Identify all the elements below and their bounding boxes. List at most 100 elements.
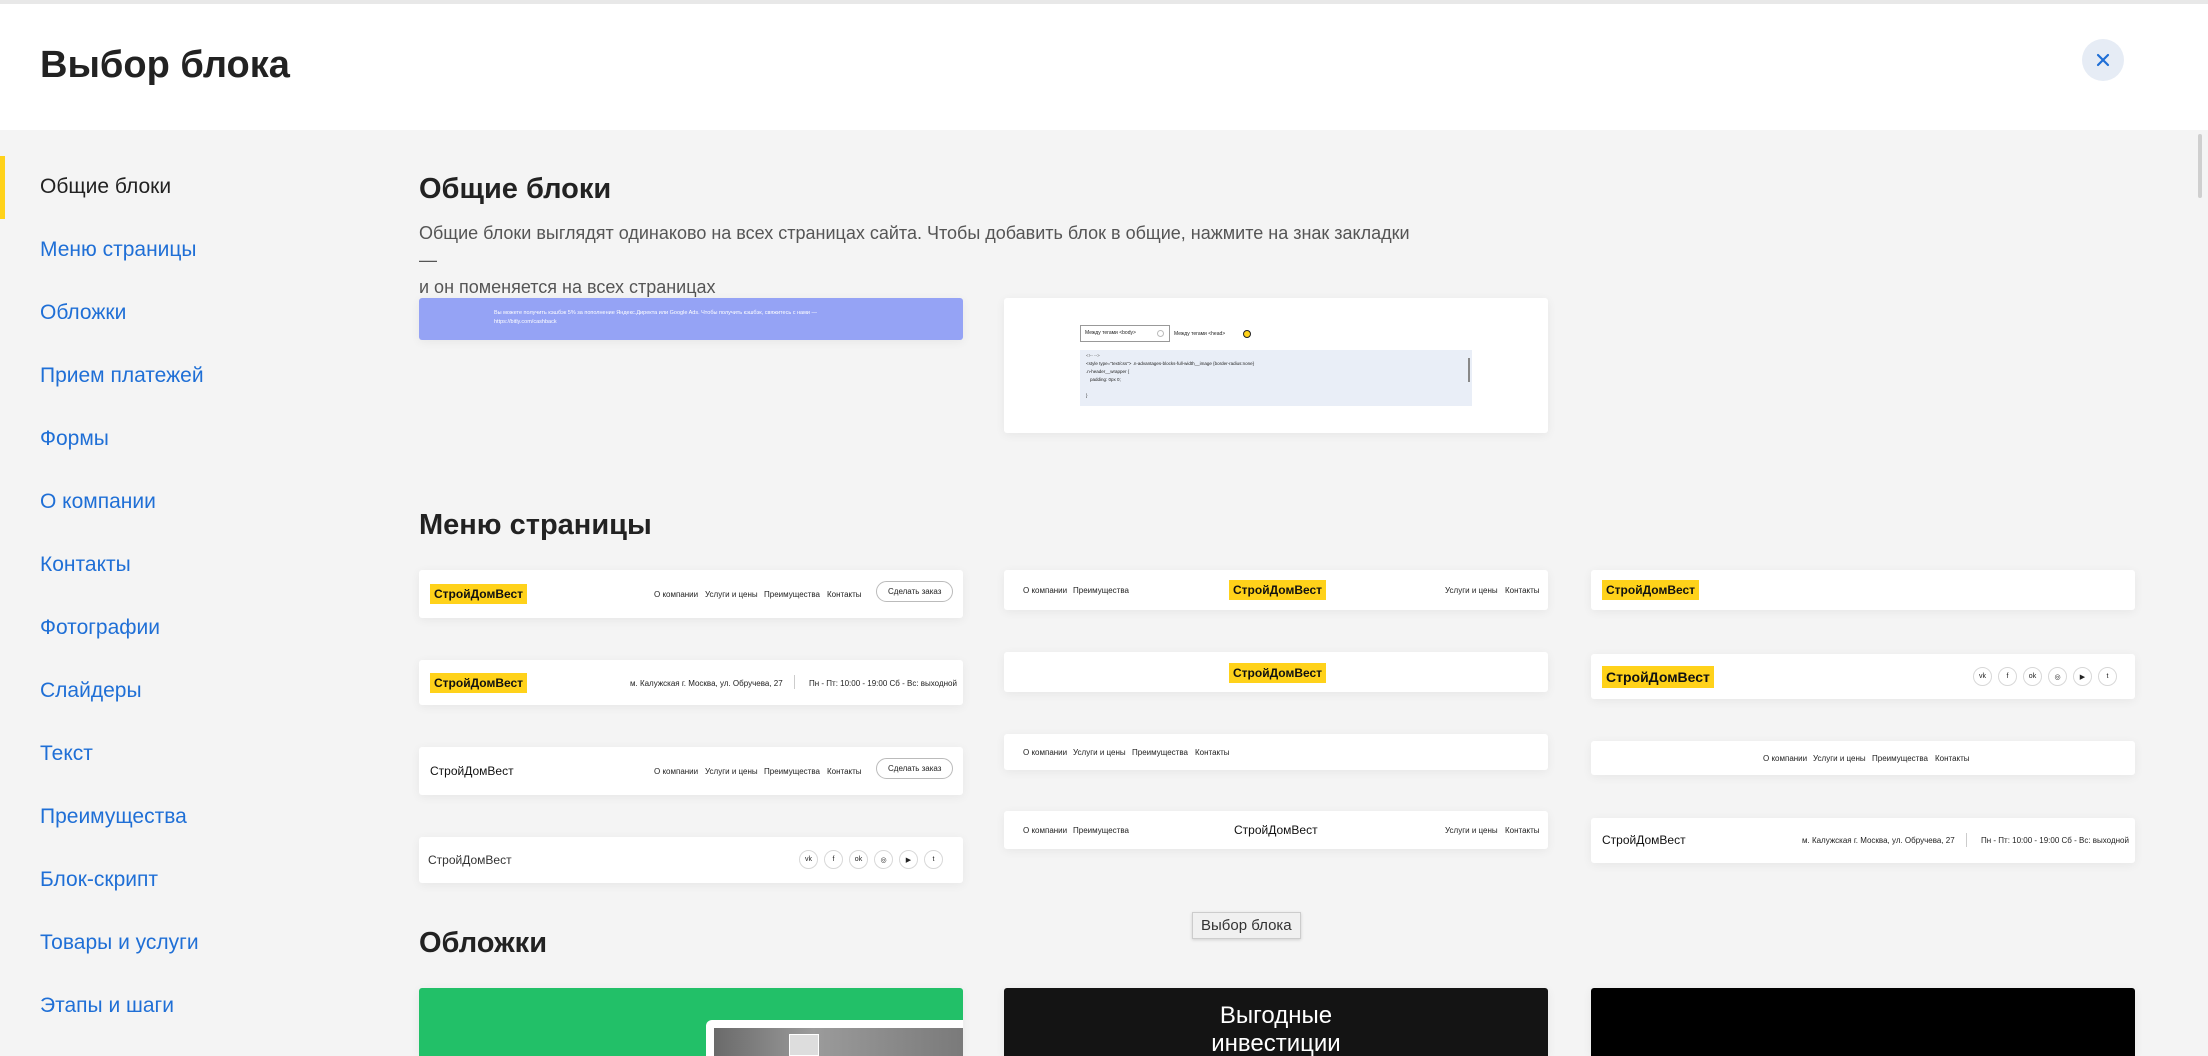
brand-text: СтройДомВест <box>430 764 514 778</box>
menu-variant-1[interactable]: СтройДомВест О компании Услуги и цены Пр… <box>419 570 963 618</box>
menu-variant-10[interactable]: СтройДомВест vk f ok ◎ ▶ t <box>1591 654 2135 699</box>
select-label: Между тегами <body> <box>1085 330 1136 336</box>
cover-variant-3[interactable] <box>1591 988 2135 1056</box>
menu-variant-4[interactable]: СтройДомВест vk f ok ◎ ▶ t <box>419 837 963 883</box>
brand-text: СтройДомВест <box>1234 823 1318 837</box>
modal-header: Выбор блока <box>0 0 2208 130</box>
cover-variant-1[interactable] <box>419 988 963 1056</box>
menu-variant-5[interactable]: О компании Преимущества СтройДомВест Усл… <box>1004 570 1548 610</box>
sidebar-item-forms[interactable]: Формы <box>40 427 109 451</box>
nav-link: О компании <box>654 767 699 776</box>
sidebar-item-photos[interactable]: Фотографии <box>40 616 160 640</box>
code-line: <!-- --> <box>1086 353 1100 358</box>
nav-link: Услуги и цены <box>705 590 758 599</box>
nav-link: О компании <box>1023 826 1068 835</box>
menu-variant-9[interactable]: СтройДомВест <box>1591 570 2135 610</box>
close-button[interactable] <box>2082 39 2124 81</box>
nav-link: О компании <box>1023 748 1068 757</box>
nav-link: О компании <box>654 590 699 599</box>
nav-link: Услуги и цены <box>1445 826 1498 835</box>
code-scrollbar <box>1468 358 1470 382</box>
sidebar-item-sliders[interactable]: Слайдеры <box>40 679 142 703</box>
menu-variant-8[interactable]: О компании Преимущества СтройДомВест Усл… <box>1004 811 1548 849</box>
cta-button: Сделать заказ <box>876 758 954 779</box>
youtube-icon: ▶ <box>2073 667 2092 686</box>
menu-variant-12[interactable]: СтройДомВест м. Калужская г. Москва, ул.… <box>1591 818 2135 863</box>
nav-link: Контакты <box>827 590 862 599</box>
active-indicator <box>0 156 5 219</box>
sidebar-item-advantages[interactable]: Преимущества <box>40 805 187 829</box>
code-line: padding: 0px 0; <box>1090 377 1121 382</box>
cookie-text: Вы можете получить кэшбэк 5% за пополнен… <box>494 310 817 316</box>
divider <box>1966 833 1967 847</box>
brand-logo: СтройДомВест <box>1602 580 1700 600</box>
nav-link: Контакты <box>1505 826 1540 835</box>
nav-link: Услуги и цены <box>705 767 758 776</box>
menu-variant-7[interactable]: О компании Услуги и цены Преимущества Ко… <box>1004 734 1548 770</box>
sidebar-item-covers[interactable]: Обложки <box>40 301 126 325</box>
nav-link: Контакты <box>1505 586 1540 595</box>
brand-logo: СтройДомВест <box>430 584 528 604</box>
section-title-covers: Обложки <box>419 927 548 959</box>
sidebar-item-payments[interactable]: Прием платежей <box>40 364 204 388</box>
sidebar-item-contacts[interactable]: Контакты <box>40 553 131 577</box>
odnoklassniki-icon: ok <box>849 850 868 869</box>
facebook-icon: f <box>1998 667 2017 686</box>
address-text: м. Калужская г. Москва, ул. Обручева, 27 <box>630 679 783 688</box>
nav-link: Преимущества <box>764 590 820 599</box>
block-card-script[interactable]: Между тегами <body> Между тегами <head> … <box>1004 298 1548 433</box>
nav-link: Услуги и цены <box>1073 748 1126 757</box>
menu-variant-6[interactable]: СтройДомВест <box>1004 652 1548 692</box>
select-option: Между тегами <head> <box>1174 331 1226 337</box>
hours-text: Пн - Пт: 10:00 - 19:00 Сб - Вс: выходной <box>1981 836 2129 845</box>
instagram-icon: ◎ <box>2048 667 2067 686</box>
cover-variant-2[interactable]: Выгодные инвестиции <box>1004 988 1548 1056</box>
nav-link: О компании <box>1763 754 1808 763</box>
menu-variant-3[interactable]: СтройДомВест О компании Услуги и цены Пр… <box>419 747 963 795</box>
brand-logo: СтройДомВест <box>1229 580 1327 600</box>
sidebar <box>0 130 400 1056</box>
cover-photo-detail <box>789 1034 819 1056</box>
twitter-icon: t <box>924 850 943 869</box>
instagram-icon: ◎ <box>874 850 893 869</box>
cookie-link: https://bitly.com/cashback <box>494 319 557 325</box>
sidebar-item-common[interactable]: Общие блоки <box>40 175 171 199</box>
sidebar-item-text[interactable]: Текст <box>40 742 93 766</box>
facebook-icon: f <box>824 850 843 869</box>
description-line: и он поменяется на всех страницах <box>419 277 716 297</box>
youtube-icon: ▶ <box>899 850 918 869</box>
nav-link: Контакты <box>1935 754 1970 763</box>
code-editor: <!-- --> <style type="text/css"> .n-adva… <box>1080 350 1472 406</box>
brand-logo: СтройДомВест <box>1602 666 1714 688</box>
block-card-cookie[interactable]: Вы можете получить кэшбэк 5% за пополнен… <box>419 298 963 340</box>
brand-text: СтройДомВест <box>1602 833 1686 847</box>
close-icon <box>2096 53 2110 67</box>
cover-heading-line: инвестиции <box>1211 1030 1341 1056</box>
nav-link: Преимущества <box>1073 826 1129 835</box>
menu-variant-11[interactable]: О компании Услуги и цены Преимущества Ко… <box>1591 741 2135 775</box>
cta-button: Сделать заказ <box>876 581 954 602</box>
divider <box>794 675 795 689</box>
brand-logo: СтройДомВест <box>430 673 528 693</box>
sidebar-item-menu[interactable]: Меню страницы <box>40 238 197 262</box>
section-title-common: Общие блоки <box>419 173 612 205</box>
nav-link: Преимущества <box>1872 754 1928 763</box>
nav-link: О компании <box>1023 586 1068 595</box>
cover-image-frame <box>706 1020 963 1056</box>
nav-link: Контакты <box>1195 748 1230 757</box>
brand-text: СтройДомВест <box>428 853 512 867</box>
menu-variant-2[interactable]: СтройДомВест м. Калужская г. Москва, ул.… <box>419 660 963 705</box>
scrollbar[interactable] <box>2198 134 2202 198</box>
radio-selected-icon <box>1243 330 1251 338</box>
code-line: .n-header__wrapper { <box>1086 369 1130 374</box>
sidebar-item-products[interactable]: Товары и услуги <box>40 931 199 955</box>
sidebar-item-steps[interactable]: Этапы и шаги <box>40 994 174 1018</box>
vk-icon: vk <box>1973 667 1992 686</box>
tooltip: Выбор блока <box>1192 912 1301 939</box>
placement-select: Между тегами <body> <box>1080 325 1170 342</box>
sidebar-item-script[interactable]: Блок-скрипт <box>40 868 158 892</box>
address-text: м. Калужская г. Москва, ул. Обручева, 27 <box>1802 836 1955 845</box>
cover-photo <box>714 1028 963 1056</box>
page-title: Выбор блока <box>40 44 290 86</box>
sidebar-item-about[interactable]: О компании <box>40 490 156 514</box>
